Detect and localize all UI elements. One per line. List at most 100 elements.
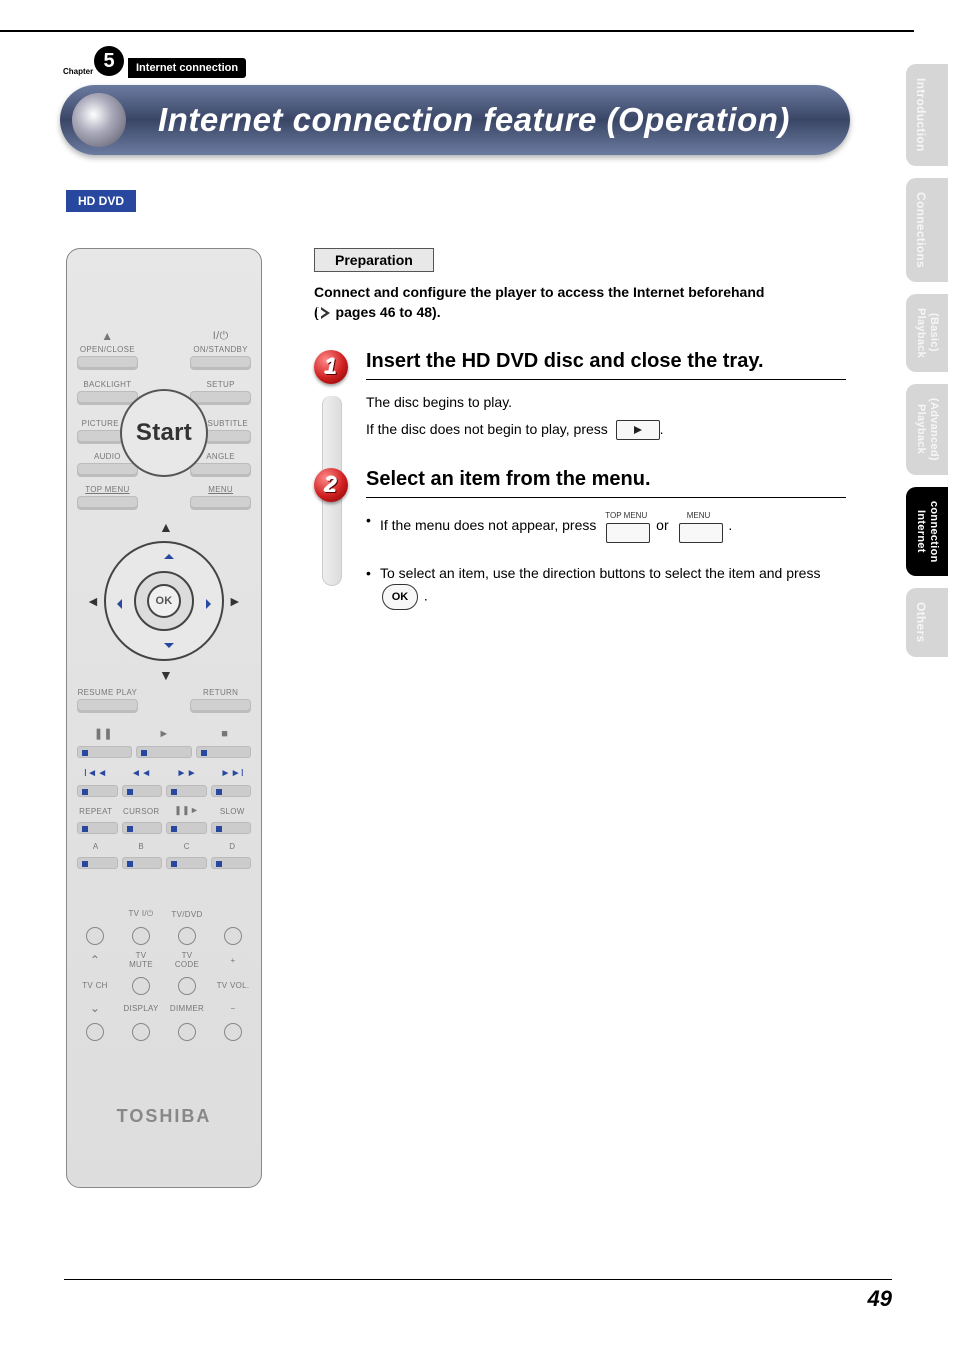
- remote-start-button[interactable]: Start: [120, 389, 208, 477]
- remote-open-close-label: OPEN/CLOSE: [77, 345, 138, 354]
- remote-repeat-button[interactable]: [77, 822, 118, 834]
- remote-play-button[interactable]: [136, 746, 191, 758]
- step-2-badge: 2: [314, 468, 348, 502]
- tv-ch-label: TV CH: [82, 981, 108, 990]
- remote-return-label: RETURN: [190, 688, 251, 697]
- tv-display-label: DISPLAY: [123, 1004, 158, 1013]
- tv-dvd-label: TV/DVD: [171, 910, 202, 919]
- step-2-text-1: If the menu does not appear, press TOP M…: [366, 510, 846, 543]
- tab-internet-connection[interactable]: Internetconnection: [906, 487, 948, 577]
- chapter-label: Chapter: [63, 67, 93, 76]
- remote-pause-button[interactable]: [77, 746, 132, 758]
- tab-others[interactable]: Others: [906, 588, 948, 656]
- tv-power-button[interactable]: [132, 927, 150, 945]
- remote-rewind-button[interactable]: [122, 785, 163, 797]
- tv-vol-up-button[interactable]: [224, 927, 242, 945]
- tv-dimmer-button[interactable]: [178, 1023, 196, 1041]
- remote-down-button[interactable]: [164, 643, 174, 653]
- remote-return-button[interactable]: [190, 699, 251, 713]
- remote-setup-button[interactable]: [190, 391, 251, 405]
- menu-key-icon: [679, 523, 723, 543]
- link-arrow-icon: [321, 307, 330, 319]
- tv-mute-button[interactable]: [132, 977, 150, 995]
- remote-slow-button[interactable]: [211, 822, 252, 834]
- tv-dimmer-label: DIMMER: [170, 1004, 204, 1013]
- remote-angle-button[interactable]: [190, 463, 251, 477]
- topmenu-key-icon: [606, 523, 650, 543]
- tab-connections[interactable]: Connections: [906, 178, 948, 282]
- remote-resume-button[interactable]: [77, 699, 138, 713]
- remote-up-button[interactable]: [164, 549, 174, 559]
- chapter-number: 5: [94, 46, 124, 76]
- remote-a-label: A: [77, 842, 115, 851]
- left-arrow-icon: ◄: [86, 593, 100, 609]
- remote-standby-button[interactable]: [190, 356, 251, 370]
- remote-a-button[interactable]: [77, 857, 118, 869]
- remote-audio-button[interactable]: [77, 463, 138, 477]
- tv-vol-down-button[interactable]: [224, 1023, 242, 1041]
- ok-key-icon: OK: [382, 584, 418, 610]
- remote-step-button[interactable]: [166, 822, 207, 834]
- play-key-icon: [616, 420, 660, 440]
- up-arrow-icon: ▲: [159, 519, 173, 535]
- remote-left-button[interactable]: [112, 599, 122, 609]
- remote-standby-label: ON/STANDBY: [190, 345, 251, 354]
- tv-code-label: TV CODE: [169, 951, 205, 969]
- remote-picture-label: PICTURE: [77, 419, 123, 428]
- ff-icon: ►►: [168, 768, 206, 779]
- tab-introduction[interactable]: Introduction: [906, 64, 948, 166]
- remote-setup-label: SETUP: [190, 380, 251, 389]
- page-title-wrap: Internet connection feature (Operation): [60, 85, 850, 165]
- remote-slow-label: SLOW: [214, 807, 252, 816]
- remote-b-label: B: [123, 842, 161, 851]
- remote-cursor-button[interactable]: [122, 822, 163, 834]
- remote-direction-pad[interactable]: OK ◄ ► ▲ ▼: [104, 541, 224, 661]
- remote-picture-button[interactable]: [77, 430, 123, 444]
- page-title: Internet connection feature (Operation): [108, 101, 790, 139]
- tv-code-button[interactable]: [178, 977, 196, 995]
- tv-dvd-button[interactable]: [178, 927, 196, 945]
- tv-vol-label: TV VOL.: [217, 981, 250, 990]
- remote-d-button[interactable]: [211, 857, 252, 869]
- remote-cursor-label: CURSOR: [123, 807, 161, 816]
- remote-topmenu-button[interactable]: [77, 496, 138, 510]
- remote-skipback-button[interactable]: [77, 785, 118, 797]
- remote-ff-button[interactable]: [166, 785, 207, 797]
- tv-power-label: TV: [128, 909, 139, 918]
- preparation-text-line1: Connect and configure the player to acce…: [314, 284, 846, 300]
- tv-ch-up-button[interactable]: [86, 927, 104, 945]
- tv-display-button[interactable]: [132, 1023, 150, 1041]
- down-arrow-icon: ▼: [159, 667, 173, 683]
- remote-subtitle-label: SUBTITLE: [205, 419, 251, 428]
- remote-stop-button[interactable]: [196, 746, 251, 758]
- remote-c-button[interactable]: [166, 857, 207, 869]
- remote-menu-button[interactable]: [190, 496, 251, 510]
- remote-ok-button[interactable]: OK: [147, 584, 181, 618]
- tab-playback-advanced[interactable]: Playback(Advanced): [906, 384, 948, 475]
- hd-dvd-badge: HD DVD: [66, 190, 136, 212]
- play-icon: ►: [138, 728, 191, 740]
- remote-subtitle-button[interactable]: [205, 430, 251, 444]
- tab-playback-basic[interactable]: Playback(Basic): [906, 294, 948, 372]
- remote-backlight-button[interactable]: [77, 391, 138, 405]
- step-1-title: Insert the HD DVD disc and close the tra…: [366, 350, 846, 380]
- remote-resume-label: RESUME PLAY: [77, 688, 138, 697]
- tv-ch-down-button[interactable]: [86, 1023, 104, 1041]
- remote-skipfwd-button[interactable]: [211, 785, 252, 797]
- page-title-pill: Internet connection feature (Operation): [60, 85, 850, 155]
- skip-back-icon: I◄◄: [77, 768, 115, 779]
- remote-repeat-label: REPEAT: [77, 807, 115, 816]
- side-nav-tabs: Introduction Connections Playback(Basic)…: [906, 64, 948, 657]
- remote-right-button[interactable]: [206, 599, 216, 609]
- remote-open-close-button[interactable]: [77, 356, 138, 370]
- remote-b-button[interactable]: [122, 857, 163, 869]
- step-icon: ❚❚►: [168, 805, 206, 816]
- remote-control: ▲OPEN/CLOSE I/⏻ON/STANDBY BACKLIGHT SETU…: [66, 248, 262, 1188]
- main-content: Preparation Connect and configure the pl…: [314, 248, 846, 638]
- stop-icon: ■: [198, 728, 251, 740]
- remote-backlight-label: BACKLIGHT: [77, 380, 138, 389]
- remote-topmenu-label: TOP MENU: [77, 485, 138, 494]
- tv-mute-label: TV MUTE: [123, 951, 159, 969]
- remote-menu-label: MENU: [190, 485, 251, 494]
- step-2-title: Select an item from the menu.: [366, 468, 846, 498]
